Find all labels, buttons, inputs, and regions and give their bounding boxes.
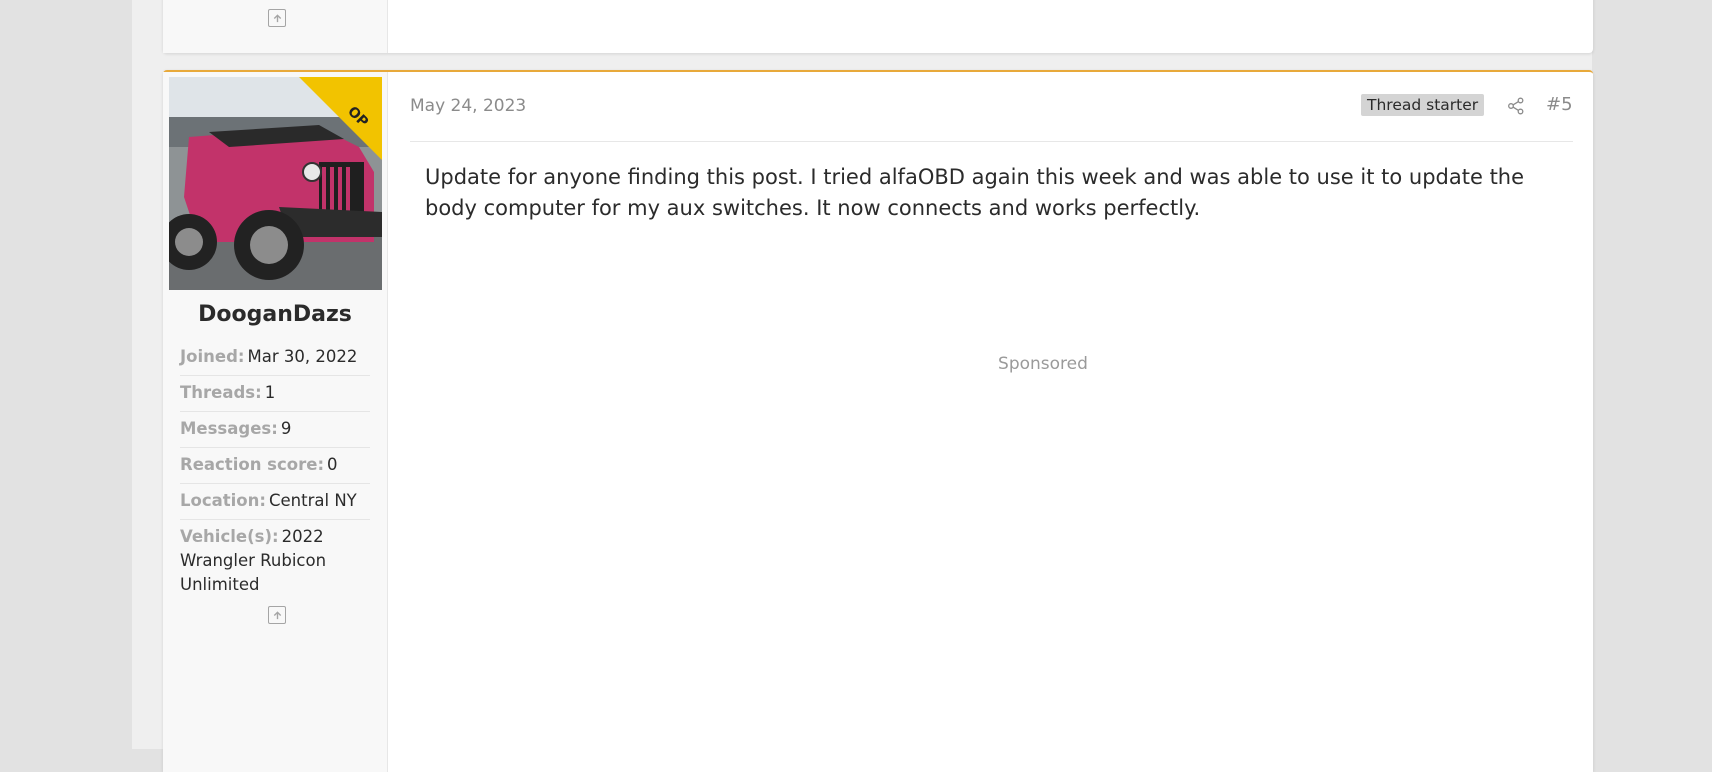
thread-starter-badge: Thread starter [1361,94,1485,116]
user-avatar[interactable]: OP [169,77,382,290]
post-message-body: Update for anyone finding this post. I t… [425,165,1525,220]
stat-reaction-score: Reaction score: 0 [180,448,370,484]
scroll-to-top-icon[interactable] [268,606,286,624]
previous-post-card [163,0,1593,53]
user-stats: Joined: Mar 30, 2022 Threads: 1 Messages: 9… [180,340,370,603]
username[interactable]: DooganDazs [163,302,387,327]
post-number-link[interactable]: #5 [1546,94,1573,115]
share-icon[interactable] [1507,97,1525,119]
post-card: OP DooganDazs Joined: Mar 30, 2022 Thread… [163,70,1593,772]
stat-location: Location: Central NY [180,484,370,520]
stat-vehicles: Vehicle(s): 2022 Wrangler Rubicon Unlimit… [180,527,327,594]
sponsored-label: Sponsored [998,354,1088,374]
post-header-divider [410,141,1573,142]
scroll-to-top-icon[interactable] [268,9,286,27]
stat-messages: Messages: 9 [180,412,370,448]
stat-joined: Joined: Mar 30, 2022 [180,340,370,376]
post-date[interactable]: May 24, 2023 [410,96,526,116]
post-user-column: OP DooganDazs Joined: Mar 30, 2022 Thread… [163,72,388,772]
previous-post-user-column [163,0,388,53]
stat-threads: Threads: 1 [180,376,370,412]
